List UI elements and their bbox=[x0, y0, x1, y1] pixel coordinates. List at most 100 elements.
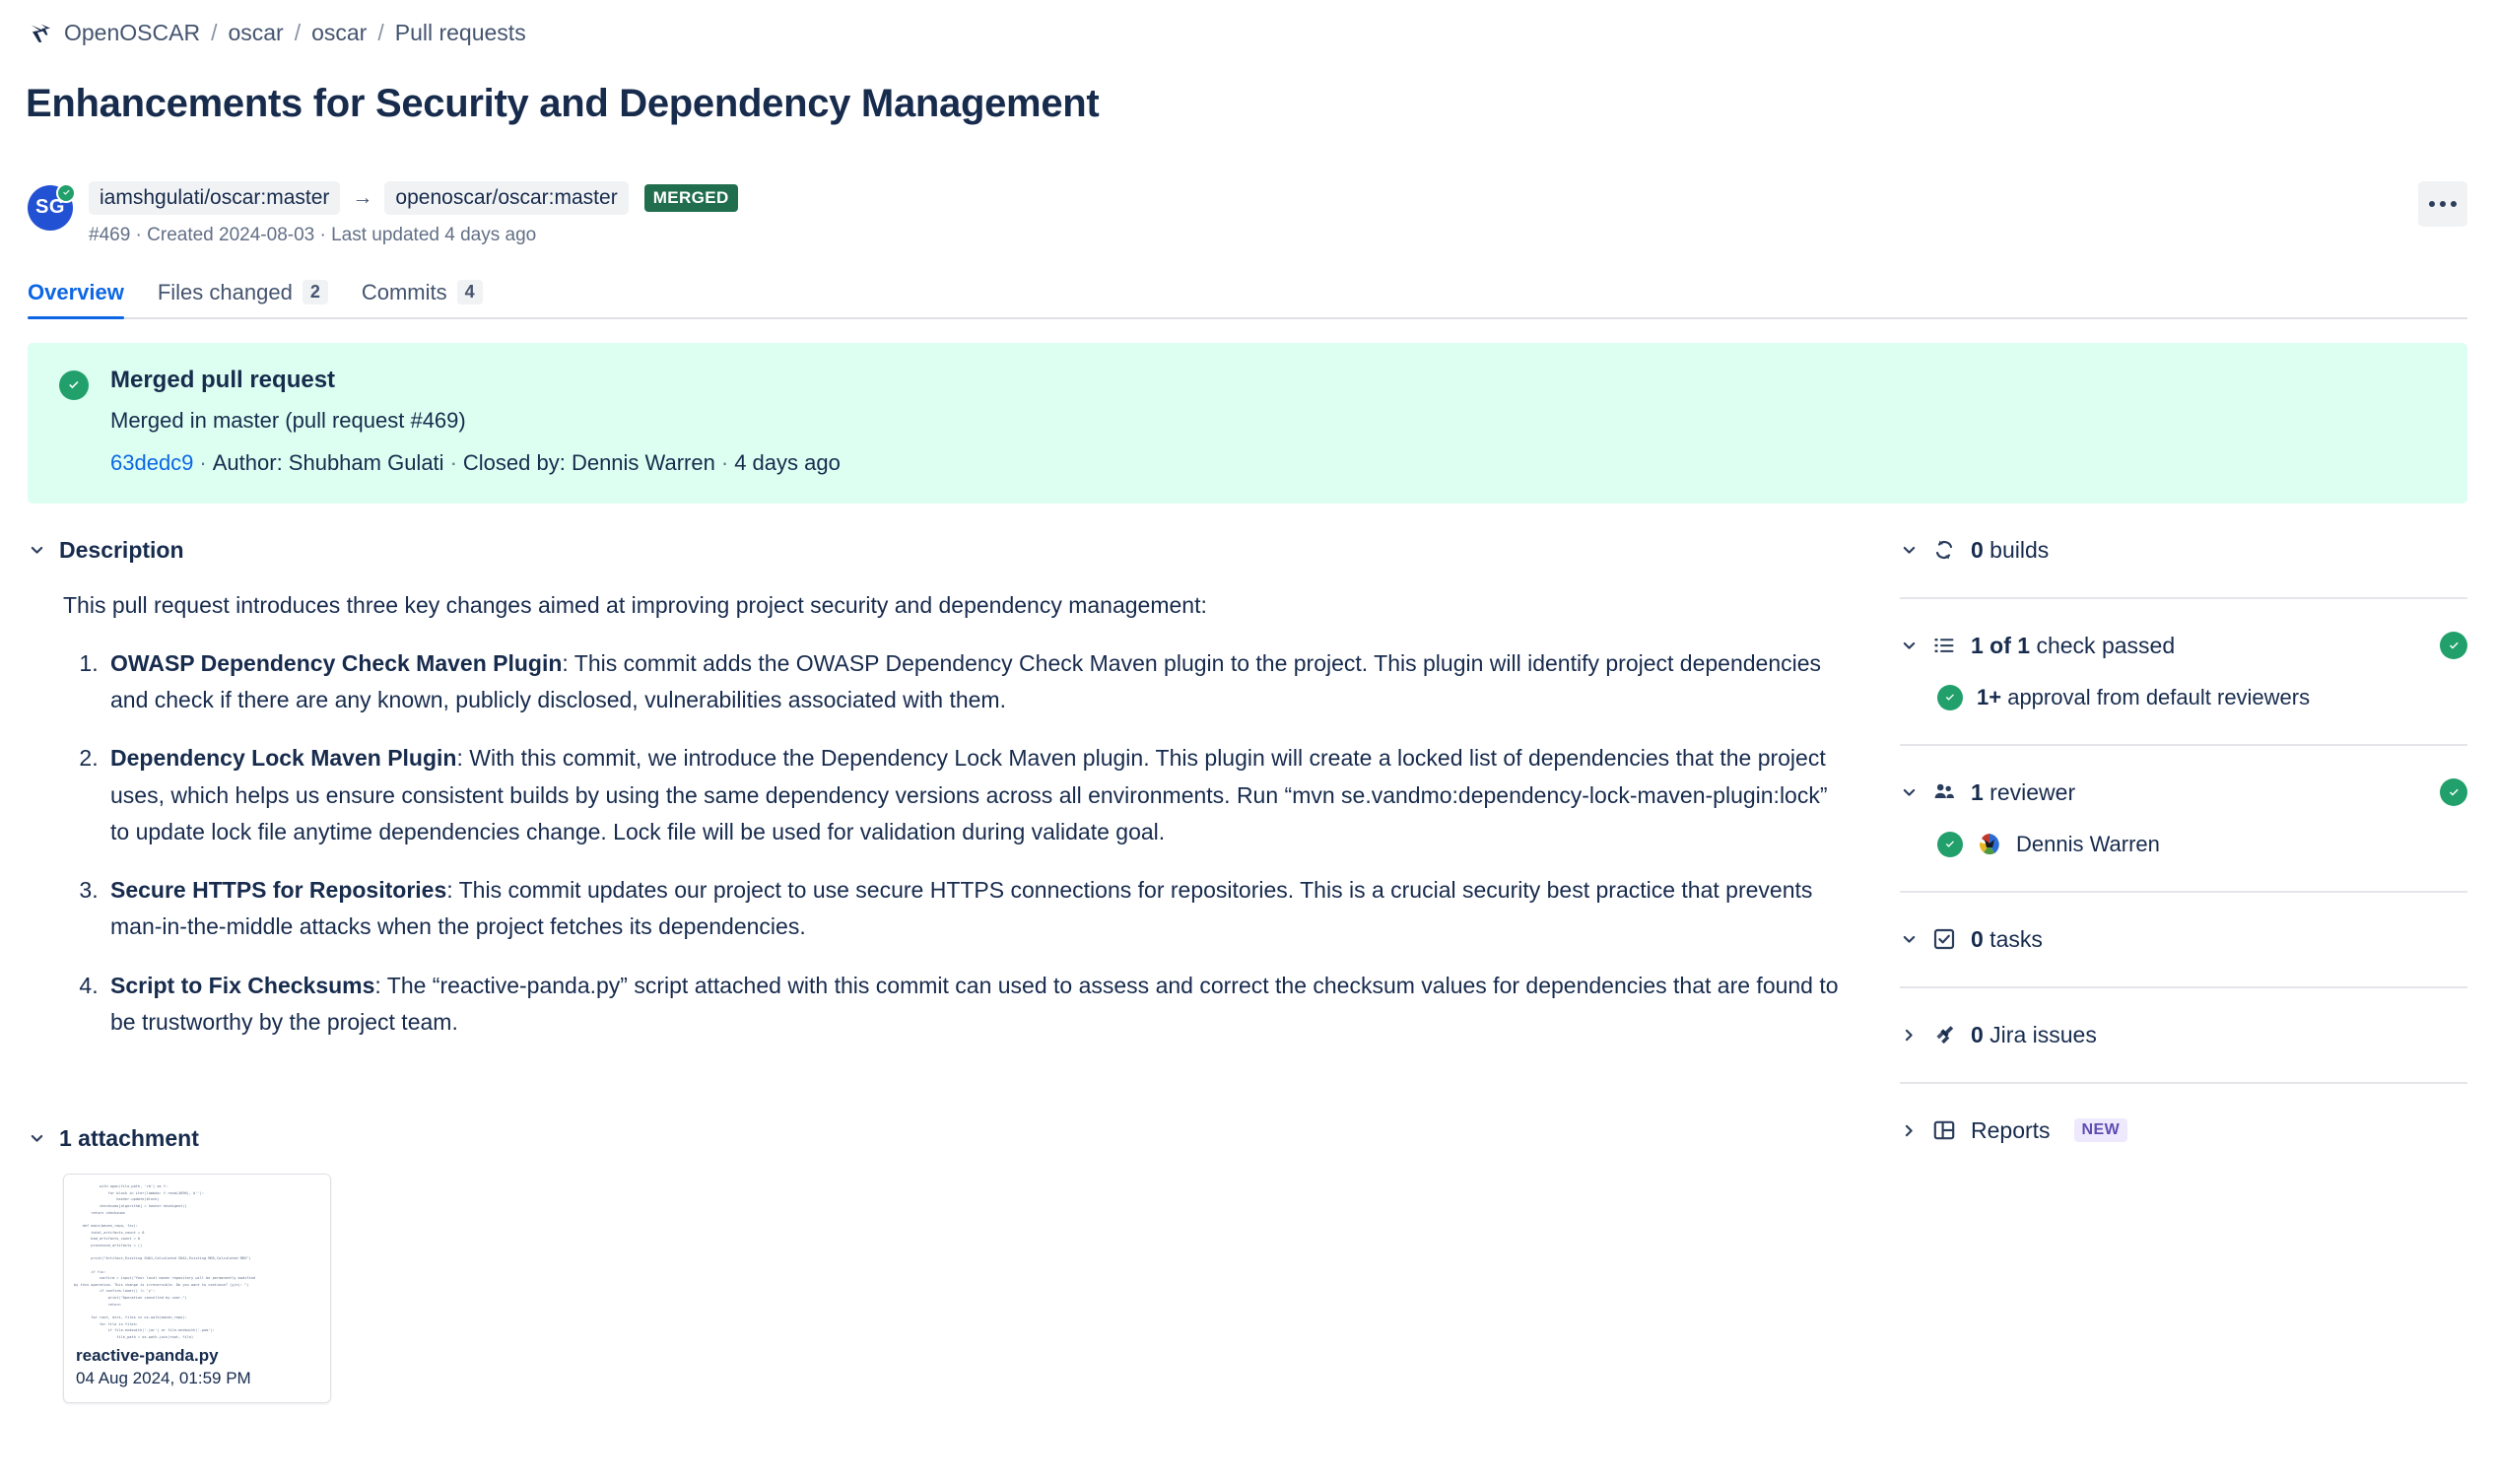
tab-overview[interactable]: Overview bbox=[28, 280, 124, 319]
tab-commits[interactable]: Commits 4 bbox=[362, 280, 483, 317]
target-branch-chip[interactable]: openoscar/oscar:master bbox=[384, 180, 629, 215]
check-item-text: approval from default reviewers bbox=[2001, 684, 2311, 709]
chevron-down-icon bbox=[1900, 784, 1918, 801]
sidebar-tasks-text: tasks bbox=[1983, 925, 2043, 952]
chevron-down-icon bbox=[28, 1130, 45, 1147]
pull-request-tabs: Overview Files changed 2 Commits 4 bbox=[28, 272, 2467, 319]
tab-files-changed[interactable]: Files changed 2 bbox=[158, 280, 328, 317]
sidebar-checks-text: check passed bbox=[2030, 632, 2176, 658]
list-item[interactable]: 1+ approval from default reviewers bbox=[1937, 684, 2467, 710]
bitbucket-logo-icon bbox=[28, 21, 53, 46]
description-list: OWASP Dependency Check Maven Plugin: Thi… bbox=[63, 645, 1841, 1041]
reports-panel-icon bbox=[1931, 1117, 1957, 1143]
sidebar-block-reports: Reports NEW bbox=[1900, 1081, 2467, 1178]
description-item-title: Dependency Lock Maven Plugin bbox=[110, 745, 457, 772]
sidebar-item-tasks[interactable]: 0 tasks bbox=[1900, 926, 2467, 953]
sidebar-item-reviewers[interactable]: 1 reviewer bbox=[1900, 778, 2467, 807]
sidebar-jira-count: 0 bbox=[1971, 1021, 1984, 1047]
pull-request-meta: SG iamshgulati/oscar:master → openoscar/… bbox=[0, 154, 2495, 246]
sidebar-builds-text: builds bbox=[1983, 536, 2050, 563]
breadcrumb-separator: / bbox=[377, 19, 384, 45]
breadcrumb-item-openoscar[interactable]: OpenOSCAR bbox=[64, 20, 200, 46]
list-item: Dependency Lock Maven Plugin: With this … bbox=[104, 740, 1841, 850]
avatar bbox=[1977, 831, 2002, 857]
merged-status-banner: Merged pull request Merged in master (pu… bbox=[28, 342, 2467, 504]
sidebar-block-reviewers: 1 reviewer Dennis Warren bbox=[1900, 743, 2467, 891]
sidebar-block-builds: 0 builds bbox=[1900, 537, 2467, 597]
sidebar-tasks-label: 0 tasks bbox=[1971, 926, 2043, 953]
breadcrumb-item-repo[interactable]: oscar bbox=[311, 20, 367, 46]
chevron-down-icon bbox=[28, 542, 45, 559]
merged-banner-timestamp: 4 days ago bbox=[734, 449, 841, 475]
sidebar-reviewers-text: reviewer bbox=[1983, 778, 2076, 805]
description-intro: This pull request introduces three key c… bbox=[63, 591, 1207, 618]
more-dot bbox=[2429, 200, 2435, 207]
merged-banner-author: Author: Shubham Gulati bbox=[212, 449, 444, 475]
task-checkbox-icon bbox=[1931, 926, 1957, 952]
source-branch-chip[interactable]: iamshgulati/oscar:master bbox=[89, 180, 341, 215]
pull-request-submeta: #469 · Created 2024-08-03 · Last updated… bbox=[89, 224, 537, 245]
attachment-preview: with open(file_path, 'rb') as f: for blo… bbox=[64, 1175, 330, 1341]
separator: · bbox=[199, 449, 207, 475]
reviewer-name: Dennis Warren bbox=[2016, 831, 2160, 856]
commit-hash-link[interactable]: 63dedc9 bbox=[110, 450, 193, 475]
attachment-card[interactable]: with open(file_path, 'rb') as f: for blo… bbox=[63, 1174, 331, 1404]
description-item-title: Script to Fix Checksums bbox=[110, 972, 375, 998]
merged-banner-subtitle: Merged in master (pull request #469) bbox=[110, 407, 466, 433]
sidebar: 0 builds 1 of 1 check passed 1+ approval… bbox=[1860, 537, 2467, 1404]
attachment-filename: reactive-panda.py bbox=[76, 1346, 219, 1366]
status-badge: MERGED bbox=[643, 183, 738, 212]
attachment-meta: reactive-panda.py 04 Aug 2024, 01:59 PM bbox=[64, 1340, 330, 1402]
list-item: Script to Fix Checksums: The “reactive-p… bbox=[104, 968, 1841, 1042]
more-actions-button[interactable] bbox=[2418, 180, 2467, 227]
breadcrumb-item-project[interactable]: oscar bbox=[228, 20, 283, 46]
description-item-title: Secure HTTPS for Repositories bbox=[110, 877, 447, 904]
checklist-icon bbox=[1931, 633, 1957, 658]
attachments-body: with open(file_path, 'rb') as f: for blo… bbox=[28, 1174, 1841, 1404]
list-item: OWASP Dependency Check Maven Plugin: Thi… bbox=[104, 645, 1841, 719]
check-circle-icon bbox=[59, 370, 89, 400]
attachments-section-header[interactable]: 1 attachment bbox=[28, 1125, 1841, 1152]
list-item: Secure HTTPS for Repositories: This comm… bbox=[104, 872, 1841, 946]
page-title: Enhancements for Security and Dependency… bbox=[26, 81, 1100, 125]
jira-icon bbox=[1931, 1022, 1957, 1047]
list-item[interactable]: Dennis Warren bbox=[1937, 831, 2467, 857]
breadcrumb-separator: / bbox=[294, 19, 302, 45]
sidebar-item-jira-issues[interactable]: 0 Jira issues bbox=[1900, 1022, 2467, 1048]
check-item-label: 1+ approval from default reviewers bbox=[1977, 685, 2310, 710]
description-section-header[interactable]: Description bbox=[28, 537, 1841, 564]
sidebar-reviewers-count: 1 bbox=[1971, 778, 1984, 805]
attachment-preview-code: with open(file_path, 'rb') as f: for blo… bbox=[74, 1184, 255, 1339]
check-item-count: 1+ bbox=[1977, 684, 2002, 709]
avatar[interactable]: SG bbox=[28, 182, 76, 231]
sidebar-builds-label: 0 builds bbox=[1971, 537, 2049, 564]
sidebar-checks-count: 1 of 1 bbox=[1971, 632, 2031, 658]
sidebar-item-checks[interactable]: 1 of 1 check passed bbox=[1900, 632, 2467, 660]
sidebar-item-reports[interactable]: Reports NEW bbox=[1900, 1117, 2467, 1144]
sidebar-item-builds[interactable]: 0 builds bbox=[1900, 537, 2467, 564]
attachments-heading: 1 attachment bbox=[59, 1125, 199, 1152]
sidebar-block-jira: 0 Jira issues bbox=[1900, 985, 2467, 1082]
sidebar-block-tasks: 0 tasks bbox=[1900, 890, 2467, 986]
breadcrumb: OpenOSCAR / oscar / oscar / Pull request… bbox=[0, 0, 2495, 45]
branch-arrow-icon: → bbox=[352, 186, 373, 210]
check-circle-icon bbox=[1937, 831, 1963, 857]
merged-banner-details: 63dedc9 · Author: Shubham Gulati · Closed by… bbox=[110, 450, 841, 476]
merged-banner-title: Merged pull request bbox=[110, 366, 336, 393]
breadcrumb-item-pull-requests[interactable]: Pull requests bbox=[395, 20, 526, 46]
breadcrumb-separator: / bbox=[211, 19, 218, 45]
chevron-down-icon bbox=[1900, 931, 1918, 948]
chevron-down-icon bbox=[1900, 542, 1918, 559]
sidebar-builds-count: 0 bbox=[1971, 536, 1984, 563]
tab-count-badge: 4 bbox=[456, 280, 483, 305]
sidebar-reviewers-label: 1 reviewer bbox=[1971, 779, 2075, 806]
separator: · bbox=[720, 449, 729, 475]
sidebar-block-checks: 1 of 1 check passed 1+ approval from def… bbox=[1900, 596, 2467, 744]
avatar-approved-badge-icon bbox=[56, 182, 76, 203]
page-body: Description This pull request introduces… bbox=[0, 537, 2495, 1404]
main-content-column: Description This pull request introduces… bbox=[28, 537, 1860, 1404]
merged-banner-closed-by: Closed by: Dennis Warren bbox=[462, 449, 715, 475]
sidebar-tasks-count: 0 bbox=[1971, 925, 1984, 952]
more-dot bbox=[2440, 200, 2446, 207]
check-circle-icon bbox=[1937, 684, 1963, 710]
